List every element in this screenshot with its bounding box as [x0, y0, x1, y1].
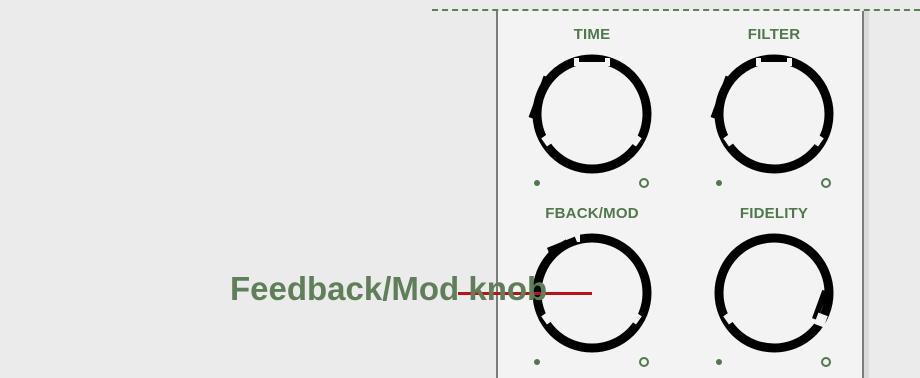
- time-knob[interactable]: [528, 54, 652, 174]
- callout-label: Feedback/Mod knob: [230, 270, 548, 307]
- fidelity-max-ring: [821, 357, 831, 367]
- pedal-diagram: TIME FILTER FBACK/MOD FIDELITY Feedback/…: [0, 0, 920, 378]
- filter-max-ring: [821, 178, 831, 188]
- filter-min-dot: [716, 180, 722, 186]
- fback-mod-min-dot: [534, 359, 540, 365]
- time-min-dot: [534, 180, 540, 186]
- fidelity-min-dot: [716, 359, 722, 365]
- knobs-layer: [528, 54, 834, 367]
- fback-mod-knob[interactable]: [532, 233, 652, 353]
- fidelity-knob[interactable]: [714, 233, 834, 353]
- time-max-ring: [639, 178, 649, 188]
- fback-mod-max-ring: [639, 357, 649, 367]
- filter-knob[interactable]: [710, 54, 834, 174]
